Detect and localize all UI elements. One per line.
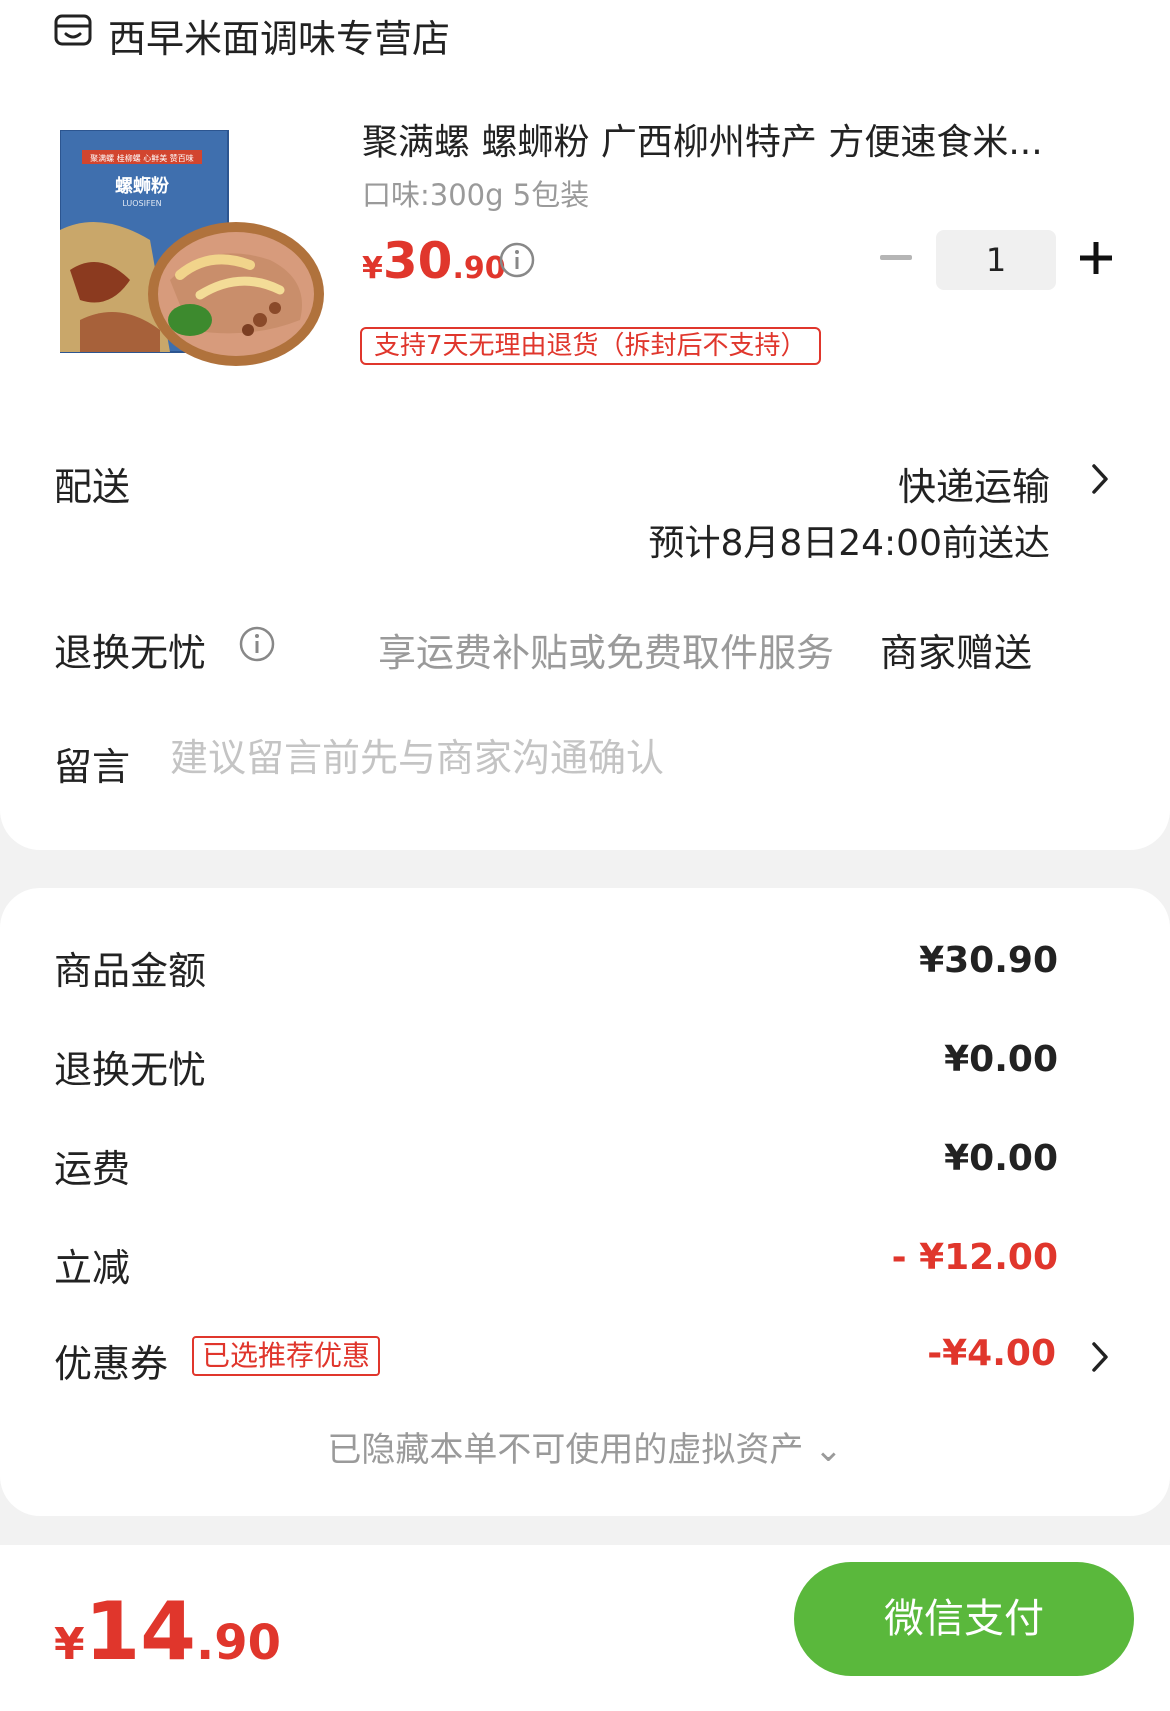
product-spec[interactable]: 口味:300g 5包装 <box>362 172 589 214</box>
goods-amount-value: ¥30.90 <box>919 940 1058 981</box>
quantity-decrease-button[interactable] <box>880 255 912 260</box>
total-symbol: ¥ <box>54 1619 85 1670</box>
package-subtitle: LUOSIFEN <box>122 199 161 208</box>
wechat-pay-button[interactable]: 微信支付 <box>794 1562 1134 1676</box>
price-integer: 30 <box>382 232 453 290</box>
message-label: 留言 <box>54 745 131 789</box>
shop-icon <box>54 14 92 46</box>
worry-free-gift: 商家赠送 <box>880 631 1033 675</box>
discount-value: - ¥12.00 <box>891 1237 1058 1278</box>
delivery-eta: 预计8月8日24:00前送达 <box>648 523 1050 564</box>
worry-free-label: 退换无忧 <box>54 631 207 675</box>
worry-free-fee-label: 退换无忧 <box>54 1048 207 1092</box>
quantity-increase-button[interactable] <box>1078 240 1114 276</box>
coupon-label: 优惠券 <box>54 1342 169 1386</box>
product-price: ¥30.90 <box>362 232 506 290</box>
product-image[interactable]: 聚满螺 桂柳螺 心鲜美 赞百味 螺蛳粉 LUOSIFEN <box>60 130 328 385</box>
package-tagline: 聚满螺 桂柳螺 心鲜美 赞百味 <box>90 153 194 163</box>
total-price: ¥14.90 <box>54 1585 281 1678</box>
worry-free-info-icon[interactable] <box>238 625 276 663</box>
price-symbol: ¥ <box>362 251 383 286</box>
hidden-assets-toggle[interactable]: 已隐藏本单不可使用的虚拟资产 ⌄ <box>0 1422 1170 1471</box>
delivery-label: 配送 <box>54 465 131 509</box>
price-info-icon[interactable] <box>498 241 536 279</box>
return-policy-badge: 支持7天无理由退货（拆封后不支持） <box>360 327 821 365</box>
coupon-value[interactable]: -¥4.00 <box>927 1333 1056 1374</box>
shop-name[interactable]: 西早米面调味专营店 <box>108 8 450 63</box>
shipping-label: 运费 <box>54 1147 131 1191</box>
shipping-value: ¥0.00 <box>944 1138 1058 1179</box>
discount-label: 立减 <box>54 1246 131 1290</box>
goods-amount-label: 商品金额 <box>54 949 207 993</box>
product-title[interactable]: 聚满螺 螺蛳粉 广西柳州特产 方便速食米... <box>362 113 1110 165</box>
total-integer: 14 <box>84 1585 196 1678</box>
coupon-badge: 已选推荐优惠 <box>192 1336 381 1376</box>
total-decimal: .90 <box>195 1615 281 1671</box>
chevron-right-icon[interactable] <box>1090 1340 1110 1374</box>
chevron-right-icon[interactable] <box>1090 462 1110 496</box>
worry-free-description: 享运费补贴或免费取件服务 <box>378 631 835 675</box>
worry-free-fee-value: ¥0.00 <box>944 1039 1058 1080</box>
package-title: 螺蛳粉 <box>115 175 169 197</box>
message-input[interactable] <box>170 732 1070 784</box>
delivery-method[interactable]: 快递运输 <box>898 456 1050 511</box>
quantity-value[interactable]: 1 <box>936 230 1056 290</box>
